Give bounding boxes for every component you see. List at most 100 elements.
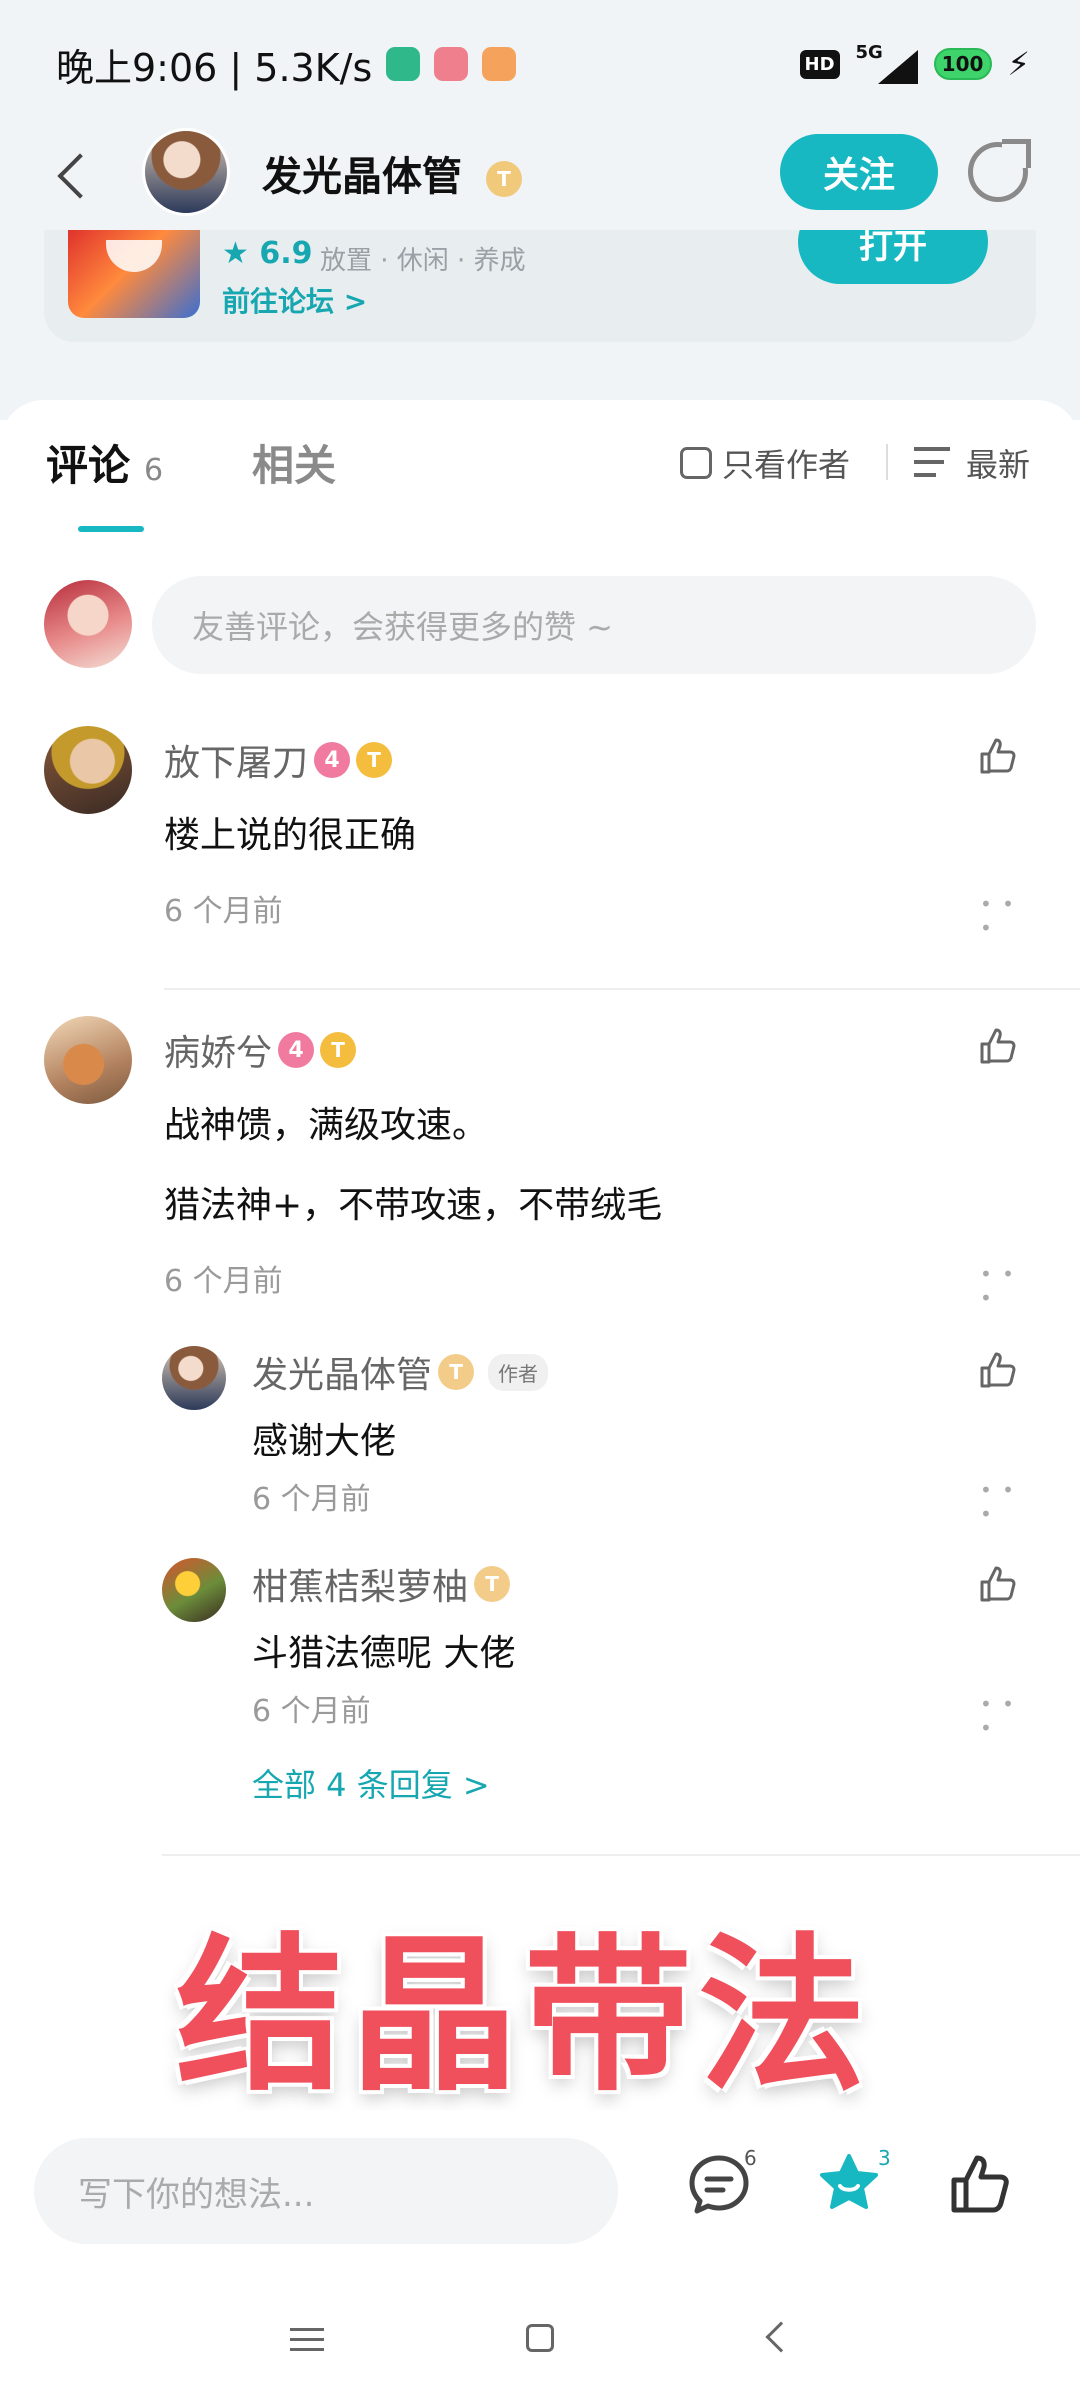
like-icon[interactable]: [946, 2150, 1016, 2220]
coin-badge: T: [474, 1566, 511, 1602]
tab-related[interactable]: 相关: [252, 432, 336, 493]
coin-badge: T: [438, 1354, 475, 1390]
game-rating: ★ 6.9: [222, 236, 313, 271]
coin-badge: T: [320, 1032, 357, 1068]
more-options-icon[interactable]: [980, 1262, 1020, 1310]
reply-username-text: 发光晶体管: [252, 1355, 433, 1396]
author-avatar[interactable]: [142, 128, 230, 216]
like-icon[interactable]: [976, 1024, 1020, 1068]
like-icon[interactable]: [976, 1348, 1020, 1392]
open-game-button[interactable]: 打开: [798, 230, 988, 284]
author-tag: 作者: [488, 1353, 549, 1391]
back-button[interactable]: [50, 148, 100, 204]
only-author-label: 只看作者: [722, 446, 851, 484]
system-navigation-bar: [0, 2270, 1080, 2400]
author-name-text: 发光晶体管: [262, 154, 462, 200]
active-tab-indicator: [78, 526, 144, 532]
author-level-badge: T: [485, 161, 522, 197]
thumbs-up-svg: [980, 1566, 1016, 1602]
sort-label: 最新: [966, 446, 1031, 484]
divider: [886, 444, 888, 480]
author-name[interactable]: 发光晶体管 T: [262, 144, 522, 202]
overlay-title: 结晶带法: [176, 1918, 872, 2114]
comment-text-line-2: 猎法神+，不带攻速，不带绒毛: [164, 1185, 663, 1226]
checkbox-icon[interactable]: [680, 447, 712, 479]
thumbs-up-svg: [980, 738, 1016, 774]
comment-username[interactable]: 放下屠刀 4 T: [164, 734, 393, 786]
comment-username[interactable]: 病娇兮 4 T: [164, 1024, 357, 1076]
reply-time: 6 个月前: [252, 1482, 371, 1517]
thumbs-up-svg: [980, 1028, 1016, 1064]
status-bar: 晚上9:06 | 5.3K/s HD 5G 100 ⚡: [0, 0, 1080, 120]
status-time-speed: 晚上9:06 | 5.3K/s: [56, 45, 373, 90]
follow-button[interactable]: 关注: [780, 134, 938, 210]
game-card[interactable]: ★ 6.9 放置 · 休闲 · 养成 前往论坛 > 打开: [44, 230, 1036, 342]
like-icon[interactable]: [976, 734, 1020, 778]
reply-username-text: 柑蕉桔梨萝柚: [252, 1567, 469, 1608]
battery-icon: 100: [933, 48, 992, 80]
username-text: 病娇兮: [164, 1033, 273, 1074]
sort-button[interactable]: 最新: [914, 440, 1030, 486]
comment-divider: [162, 1854, 1080, 1856]
tab-bar: 评论 6 相关 只看作者 最新: [0, 432, 1080, 532]
avatar-app-icon: [482, 47, 517, 81]
comment-time: 6 个月前: [164, 894, 283, 929]
user-avatar[interactable]: [44, 1016, 132, 1104]
bottom-action-bar: 写下你的想法... 6 3: [0, 2110, 1080, 2250]
star-svg: [820, 2154, 878, 2209]
top-nav: 发光晶体管 T 关注: [0, 120, 1080, 230]
game-icon[interactable]: [68, 230, 200, 318]
home-icon[interactable]: [526, 2324, 554, 2352]
comment-input[interactable]: 友善评论，会获得更多的赞 ~: [152, 576, 1036, 674]
more-options-icon[interactable]: [980, 1478, 1020, 1526]
reply-text: 感谢大佬: [252, 1421, 397, 1462]
reply-avatar[interactable]: [162, 1346, 226, 1410]
reply-username[interactable]: 柑蕉桔梨萝柚 T: [252, 1558, 511, 1610]
tab-comments[interactable]: 评论 6: [46, 432, 163, 493]
hd-icon: HD: [799, 49, 840, 79]
comment-text-line-1: 战神馈，满级攻速。: [164, 1105, 489, 1146]
comment-text: 楼上说的很正确: [164, 815, 417, 856]
back-icon[interactable]: [765, 2321, 797, 2353]
game-tags: 放置 · 休闲 · 养成: [320, 246, 526, 276]
menu-icon[interactable]: [290, 2328, 324, 2352]
only-author-toggle[interactable]: 只看作者: [680, 440, 850, 486]
comment-time: 6 个月前: [164, 1264, 283, 1299]
charging-icon: ⚡: [1007, 45, 1030, 83]
level-badge: 4: [278, 1032, 315, 1068]
signal-icon: 5G: [856, 42, 918, 84]
shield-app-icon: [386, 47, 421, 81]
star-icon[interactable]: [814, 2150, 884, 2220]
photo-app-icon: [434, 47, 469, 81]
comment-divider: [164, 988, 1080, 990]
comments-panel: 评论 6 相关 只看作者 最新 友善评论，会获得更多的赞 ~ 放下屠刀 4 T 楼…: [0, 400, 1080, 2100]
reply-text: 斗猎法德呢 大佬: [252, 1633, 516, 1674]
forum-link[interactable]: 前往论坛 >: [222, 280, 367, 320]
status-left: 晚上9:06 | 5.3K/s: [56, 40, 517, 90]
reply-username[interactable]: 发光晶体管 T 作者: [252, 1346, 549, 1398]
tab-comments-count: 6: [144, 453, 164, 488]
sort-icon: [914, 447, 954, 479]
write-comment-input[interactable]: 写下你的想法...: [34, 2138, 618, 2244]
comment-item: 放下屠刀 4 T 楼上说的很正确 6 个月前: [0, 726, 1080, 990]
reply-time: 6 个月前: [252, 1694, 371, 1729]
more-options-icon[interactable]: [980, 892, 1020, 940]
status-right: HD 5G 100 ⚡: [799, 40, 1030, 88]
thumbs-up-svg: [951, 2155, 1009, 2213]
more-options-icon[interactable]: [980, 1692, 1020, 1740]
like-icon[interactable]: [976, 1562, 1020, 1606]
tab-comments-label: 评论: [46, 441, 131, 490]
comment-count-badge: 6: [744, 2146, 757, 2170]
coin-badge: T: [356, 742, 393, 778]
signal-bars-icon: [877, 50, 918, 84]
my-avatar[interactable]: [44, 580, 132, 668]
comment-item: 病娇兮 4 T 战神馈，满级攻速。 猎法神+，不带攻速，不带绒毛 6 个月前 发…: [0, 1016, 1080, 1876]
username-text: 放下屠刀: [164, 743, 309, 784]
share-icon[interactable]: [968, 139, 1031, 202]
user-avatar[interactable]: [44, 726, 132, 814]
reply-avatar[interactable]: [162, 1558, 226, 1622]
thumbs-up-svg: [980, 1352, 1016, 1388]
star-count-badge: 3: [878, 2146, 891, 2170]
view-all-replies-link[interactable]: 全部 4 条回复 >: [252, 1760, 490, 1806]
level-badge: 4: [314, 742, 351, 778]
